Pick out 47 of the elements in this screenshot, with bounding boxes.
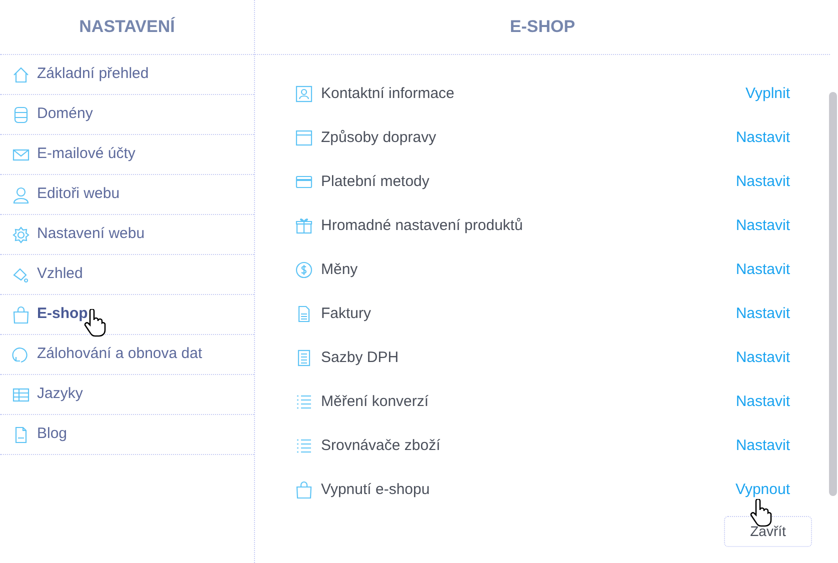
receipt-icon [295,349,313,367]
action-link[interactable]: Vypnout [736,478,790,502]
circular-arrow-icon [12,346,30,364]
sidebar-item[interactable]: Blog [0,415,254,455]
action-link[interactable]: Vyplnit [746,82,790,106]
setting-label: Srovnávače zboží [321,436,442,456]
sidebar-item[interactable]: Editoři webu [0,175,254,215]
house-icon [12,66,30,84]
action-link[interactable]: Nastavit [736,258,790,282]
list-icon [295,393,313,411]
shopping-bag-icon [295,481,313,499]
setting-label: Platební metody [321,172,430,192]
sidebar-item[interactable]: Domény [0,95,254,135]
database-icon [12,106,30,124]
action-link[interactable]: Nastavit [736,214,790,238]
setting-label: Kontaktní informace [321,84,456,104]
setting-label: Měny [321,260,359,280]
sidebar-item[interactable]: Nastavení webu [0,215,254,255]
grid-icon [12,386,30,404]
setting-label: Sazby DPH [321,348,400,368]
contact-card-icon [295,85,313,103]
action-link[interactable]: Nastavit [736,302,790,326]
gift-icon [295,217,313,235]
setting-label: Hromadné nastavení produktů [321,216,524,236]
action-link[interactable]: Nastavit [736,170,790,194]
list-icon [295,437,313,455]
scrollbar[interactable] [829,92,837,496]
hand-cursor-icon [750,499,772,527]
action-link[interactable]: Nastavit [736,346,790,370]
box-icon [295,129,313,147]
person-icon [12,186,30,204]
shopping-bag-icon [12,306,30,324]
setting-label: Měření konverzí [321,392,430,412]
sidebar-item[interactable]: Vzhled [0,255,254,295]
setting-label: Způsoby dopravy [321,128,438,148]
sidebar-item[interactable]: Základní přehled [0,55,254,95]
setting-label: Vypnutí e-shopu [321,480,431,500]
action-link[interactable]: Nastavit [736,390,790,414]
sidebar-item[interactable]: E-mailové účty [0,135,254,175]
sidebar-title: NASTAVENÍ [79,16,175,38]
action-link[interactable]: Nastavit [736,126,790,150]
credit-card-icon [295,173,313,191]
action-link[interactable]: Nastavit [736,434,790,458]
setting-label: Faktury [321,304,372,324]
sidebar-item[interactable]: Jazyky [0,375,254,415]
dollar-coin-icon [295,261,313,279]
panel-title: E-SHOP [510,16,576,38]
